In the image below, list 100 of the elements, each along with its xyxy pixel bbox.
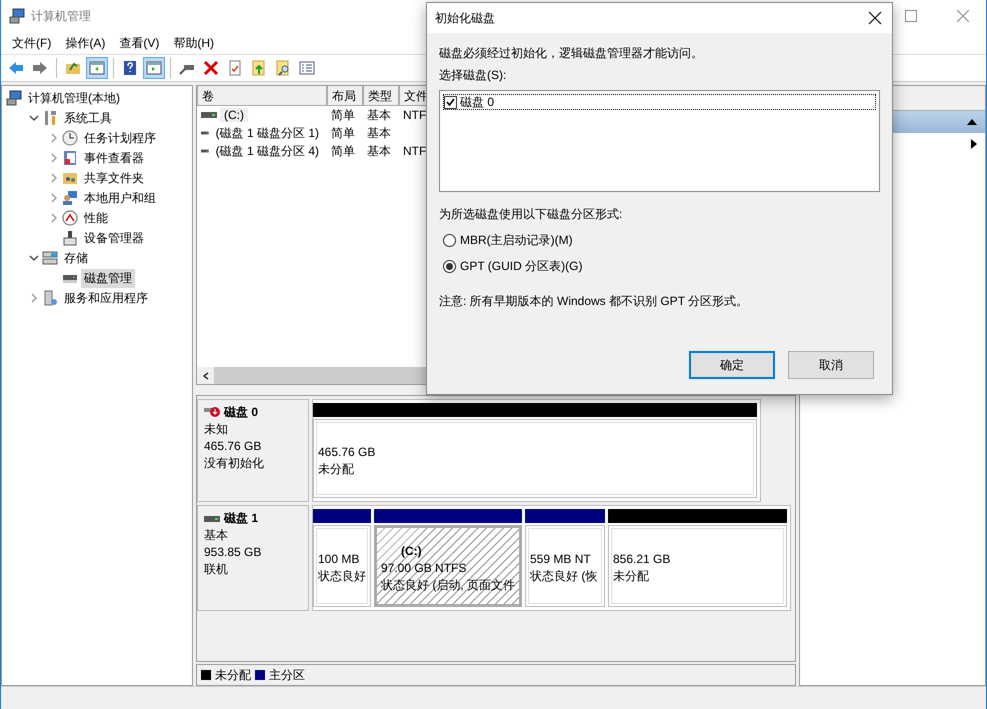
dialog-message: 磁盘必须经过初始化，逻辑磁盘管理器才能访问。 [439, 45, 704, 62]
ok-button[interactable]: 确定 [689, 351, 775, 379]
table-cell-text: 简单 [330, 106, 356, 124]
column-header[interactable]: 布局 [327, 86, 363, 106]
help-icon [122, 60, 138, 76]
partition-status: 未分配 [318, 460, 355, 478]
menu-item[interactable]: 文件(F) [5, 34, 58, 52]
partition-status: 未分配 [613, 568, 650, 585]
disk-list[interactable]: 磁盘 0 [439, 90, 880, 192]
collapsed-chevron-icon[interactable] [49, 213, 59, 223]
checklist-icon [299, 60, 315, 76]
tools-icon [42, 110, 58, 126]
radio-label[interactable]: GPT (GUID 分区表)(G) [460, 258, 582, 275]
expanded-chevron-icon[interactable] [29, 113, 39, 123]
radio-button[interactable] [443, 234, 456, 247]
list-item[interactable]: 磁盘 0 [460, 94, 494, 110]
pane-icon [146, 60, 162, 76]
disk-detail: 没有初始化 [204, 455, 265, 472]
legend-label: 主分区 [269, 666, 305, 684]
partition-label: (C:) [400, 542, 423, 560]
maximize-icon [905, 10, 917, 22]
expanded-chevron-icon[interactable] [29, 253, 39, 263]
collapsed-chevron-icon[interactable] [49, 133, 59, 143]
tree-item[interactable]: 系统工具 [61, 108, 115, 128]
table-cell[interactable]: (磁盘 1 磁盘分区 1) [212, 124, 323, 142]
partition-block[interactable]: 856.21 GB 未分配 [608, 525, 787, 607]
table-cell-text: 简单 [330, 142, 356, 160]
menu-item[interactable]: 帮助(H) [166, 34, 221, 52]
radio-label[interactable]: MBR(主启动记录)(M) [460, 232, 573, 249]
tree-item[interactable]: 磁盘管理 [81, 268, 135, 288]
disk-detail: 基本 [204, 527, 229, 544]
table-cell-text: NTF [402, 144, 428, 158]
device-icon [62, 230, 78, 246]
performance-icon [62, 210, 78, 226]
field-label: 选择磁盘(S): [439, 67, 508, 84]
menu-item[interactable]: 操作(A) [58, 34, 112, 52]
computer-icon [9, 8, 25, 24]
disk-detail: 未知 [204, 421, 229, 438]
partition-block[interactable]: 465.76 GB 未分配 [313, 419, 757, 498]
document-check-icon [227, 60, 243, 76]
collapsed-chevron-icon[interactable] [49, 193, 59, 203]
drive-icon [201, 110, 217, 120]
tree-item[interactable]: 任务计划程序 [81, 128, 159, 148]
tree-item[interactable]: 设备管理器 [81, 228, 147, 248]
disk-name: 磁盘 0 [224, 404, 258, 421]
delete-icon [203, 60, 219, 76]
collapsed-chevron-icon[interactable] [49, 153, 59, 163]
window-title: 计算机管理 [31, 8, 91, 24]
partition-size: 856.21 GB [613, 551, 672, 568]
dialog-title: 初始化磁盘 [435, 10, 495, 26]
partition-status: 状态良好 (恢 [530, 568, 598, 585]
disk-detail: 联机 [204, 561, 229, 578]
partition-block[interactable]: 100 MB 状态良好 [313, 525, 371, 607]
note-text: 注意: 所有早期版本的 Windows 都不识别 GPT 分区形式。 [439, 293, 750, 310]
disk-detail: 465.76 GB [204, 438, 262, 455]
partition-size: 465.76 GB [318, 444, 376, 460]
collapse-arrow-icon[interactable] [967, 119, 977, 125]
partition-status: 状态良好 [318, 568, 366, 585]
cancel-button[interactable]: 取消 [788, 351, 874, 379]
folder-icon [65, 60, 81, 76]
computer-icon [6, 90, 22, 106]
table-cell-text: 基本 [366, 124, 392, 142]
partition-block[interactable]: (C:) 97.00 GB NTFS 状态良好 (启动, 页面文件 [374, 525, 522, 607]
tree-item[interactable]: 服务和应用程序 [61, 288, 151, 308]
disk-info-panel[interactable]: 磁盘 1 基本 953.85 GB 联机 [197, 505, 309, 611]
tree-item[interactable]: 本地用户和组 [81, 188, 159, 208]
table-cell[interactable]: (C:) [220, 108, 248, 122]
radio-button[interactable] [443, 260, 456, 273]
close-icon [868, 11, 882, 25]
tree-item[interactable]: 存储 [61, 248, 91, 268]
tree-item[interactable]: 事件查看器 [81, 148, 147, 168]
table-cell[interactable]: (磁盘 1 磁盘分区 4) [212, 142, 323, 160]
tree-item[interactable]: 共享文件夹 [81, 168, 147, 188]
check-icon [446, 98, 455, 106]
pane-icon [89, 60, 105, 76]
menu-item[interactable]: 查看(V) [112, 34, 166, 52]
tree-item[interactable]: 性能 [81, 208, 111, 228]
table-cell-text: NTF [402, 108, 428, 122]
export-icon [251, 60, 267, 76]
collapsed-chevron-icon[interactable] [29, 293, 39, 303]
collapsed-chevron-icon[interactable] [49, 173, 59, 183]
checkbox[interactable] [444, 96, 457, 108]
column-header[interactable]: 卷 [197, 86, 327, 106]
disk-info-panel[interactable]: 磁盘 0 未知 465.76 GB 没有初始化 [197, 399, 309, 502]
search-icon [275, 60, 291, 76]
partition-block[interactable]: 559 MB NT 状态良好 (恢 [525, 525, 605, 607]
storage-icon [42, 250, 58, 266]
partition-size: 97.00 GB NTFS [381, 560, 468, 576]
column-header[interactable]: 类型 [363, 86, 399, 106]
disk-detail: 953.85 GB [204, 544, 262, 561]
field-label: 为所选磁盘使用以下磁盘分区形式: [439, 206, 624, 223]
partition-status: 状态良好 (启动, 页面文件 [381, 576, 515, 594]
scroll-left-icon [202, 372, 210, 380]
partition-size: 100 MB [318, 551, 360, 568]
submenu-arrow-icon[interactable] [971, 139, 977, 149]
toolbar-button[interactable] [143, 57, 165, 79]
table-cell-text: 基本 [366, 106, 392, 124]
disk-name: 磁盘 1 [224, 510, 258, 527]
toolbar-button[interactable] [86, 57, 108, 79]
tree-item[interactable]: 计算机管理(本地) [25, 88, 123, 108]
